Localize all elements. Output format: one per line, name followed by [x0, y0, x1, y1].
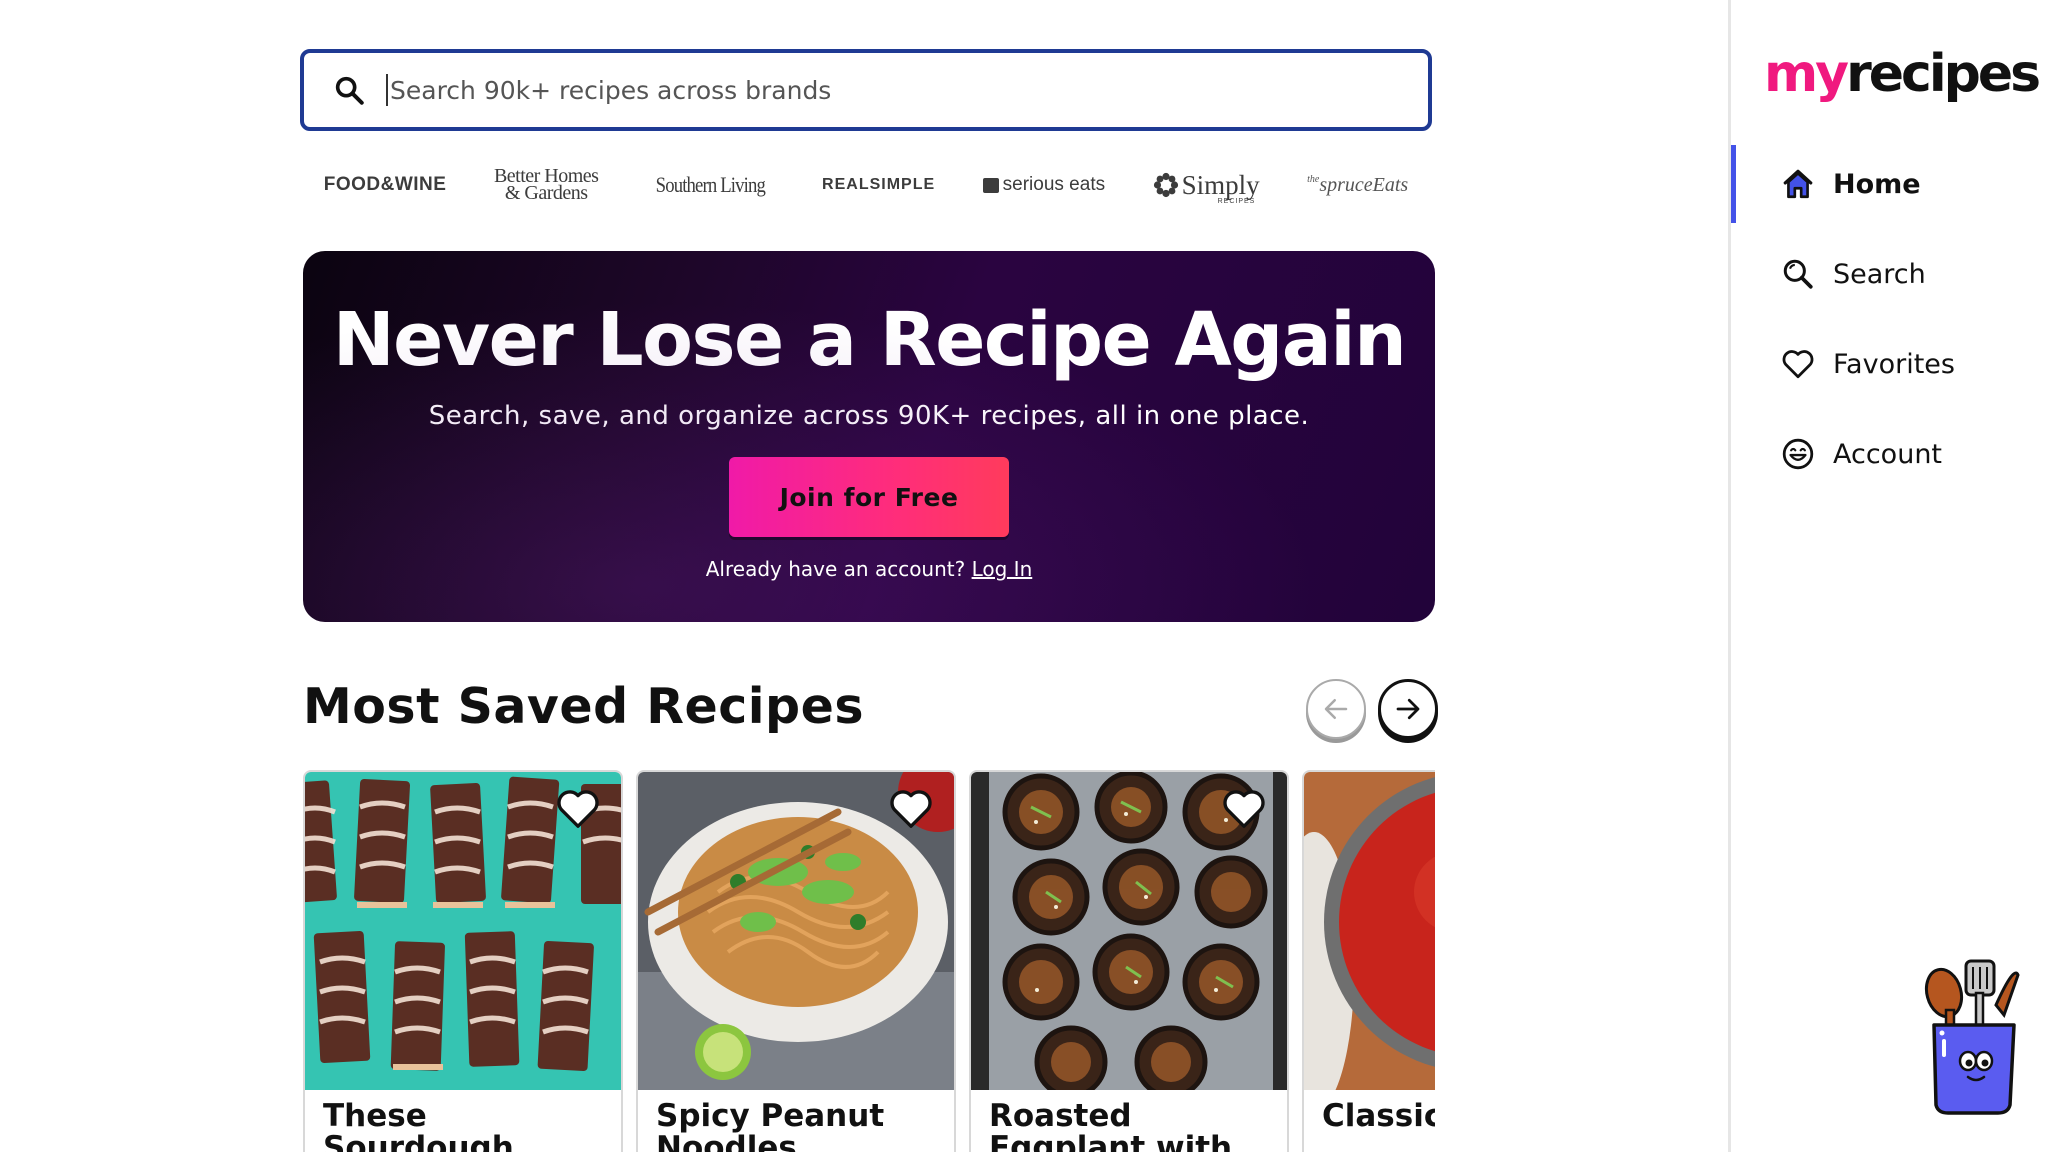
brand-better-homes-gardens[interactable]: Better Homes & Gardens [494, 166, 599, 204]
brand-southern-living[interactable]: Southern Living [656, 172, 766, 198]
utensil-jar-mascot-icon[interactable] [1918, 955, 2028, 1115]
heart-icon [1782, 350, 1814, 379]
myrecipes-logo[interactable]: myrecipes [1764, 44, 2041, 104]
recipe-image-classic-sauce [1304, 772, 1435, 1090]
recipe-carousel: These Sourdough Spicy Peanut Noodles Roa… [303, 770, 1435, 1152]
logo-my: my [1764, 44, 1849, 104]
log-in-link[interactable]: Log In [972, 557, 1033, 581]
brand-spruce-the: the [1307, 173, 1320, 185]
recipe-card[interactable]: Roasted Eggplant with [969, 770, 1289, 1152]
brand-the-spruce-eats[interactable]: thespruceEats [1307, 174, 1408, 197]
nav-label-home: Home [1833, 168, 1921, 200]
hero-title: Never Lose a Recipe Again [332, 297, 1407, 383]
home-icon [1783, 169, 1813, 199]
brand-simply-sub: RECIPES [1217, 197, 1256, 205]
search-input[interactable] [386, 74, 1428, 106]
main-content: FOOD&WINE Better Homes & Gardens Souther… [300, 0, 1438, 1152]
nav-label-search: Search [1833, 258, 1926, 290]
recipe-card[interactable]: Classic Sauce [1302, 770, 1435, 1152]
brand-spruce-label: spruceEats [1319, 173, 1409, 196]
favorite-heart-button[interactable] [888, 786, 934, 832]
arrow-right-icon [1396, 698, 1420, 720]
login-prompt-text: Already have an account? [705, 557, 966, 581]
nav-label-account: Account [1833, 438, 1943, 470]
carousel-prev-button[interactable] [1306, 679, 1366, 739]
brand-bhg-line2: & Gardens [504, 182, 588, 204]
join-for-free-button[interactable]: Join for Free [729, 457, 1009, 537]
recipe-title: Spicy Peanut Noodles [656, 1098, 885, 1152]
carousel-next-button[interactable] [1378, 679, 1438, 739]
nav-item-home[interactable]: Home [1731, 145, 2048, 223]
search-box[interactable] [300, 49, 1432, 131]
brand-logos-row: FOOD&WINE Better Homes & Gardens Souther… [300, 160, 1432, 210]
search-icon [335, 76, 364, 105]
smiley-face-icon [1782, 438, 1814, 470]
logo-recipes: recipes [1846, 44, 2041, 104]
recipe-card[interactable]: These Sourdough [303, 770, 623, 1152]
nav-label-favorites: Favorites [1833, 348, 1955, 380]
brand-serious-eats[interactable]: serious eats [982, 174, 1106, 196]
brand-real-simple[interactable]: REALSIMPLE [822, 176, 935, 194]
login-prompt: Already have an account? Log In [303, 557, 1435, 581]
hero-banner: Never Lose a Recipe Again Search, save, … [303, 251, 1435, 622]
section-title-most-saved: Most Saved Recipes [303, 678, 865, 735]
brand-simply-wordmark: Simply RECIPES [1181, 169, 1260, 205]
nav-item-account[interactable]: Account [1731, 415, 2048, 493]
brand-simply-label: Simply [1181, 169, 1260, 200]
search-icon [1783, 259, 1813, 289]
bag-icon [982, 177, 999, 193]
hero-subtitle: Search, save, and organize across 90K+ r… [428, 401, 1310, 431]
nav-item-favorites[interactable]: Favorites [1731, 325, 2048, 403]
arrow-left-icon [1324, 699, 1348, 719]
favorite-heart-button[interactable] [555, 786, 601, 832]
recipe-title: Classic Sauce [1322, 1098, 1435, 1134]
nav-item-search[interactable]: Search [1731, 235, 2048, 313]
recipe-title: These Sourdough [323, 1098, 514, 1152]
recipe-title: Roasted Eggplant with [989, 1098, 1233, 1152]
brand-food-wine[interactable]: FOOD&WINE [324, 174, 447, 196]
recipe-card[interactable]: Spicy Peanut Noodles [636, 770, 956, 1152]
brand-simply-recipes[interactable]: Simply RECIPES [1153, 169, 1260, 205]
favorite-heart-button[interactable] [1221, 786, 1267, 832]
brand-serious-eats-label: serious eats [1002, 174, 1106, 195]
flower-icon [1153, 172, 1178, 198]
